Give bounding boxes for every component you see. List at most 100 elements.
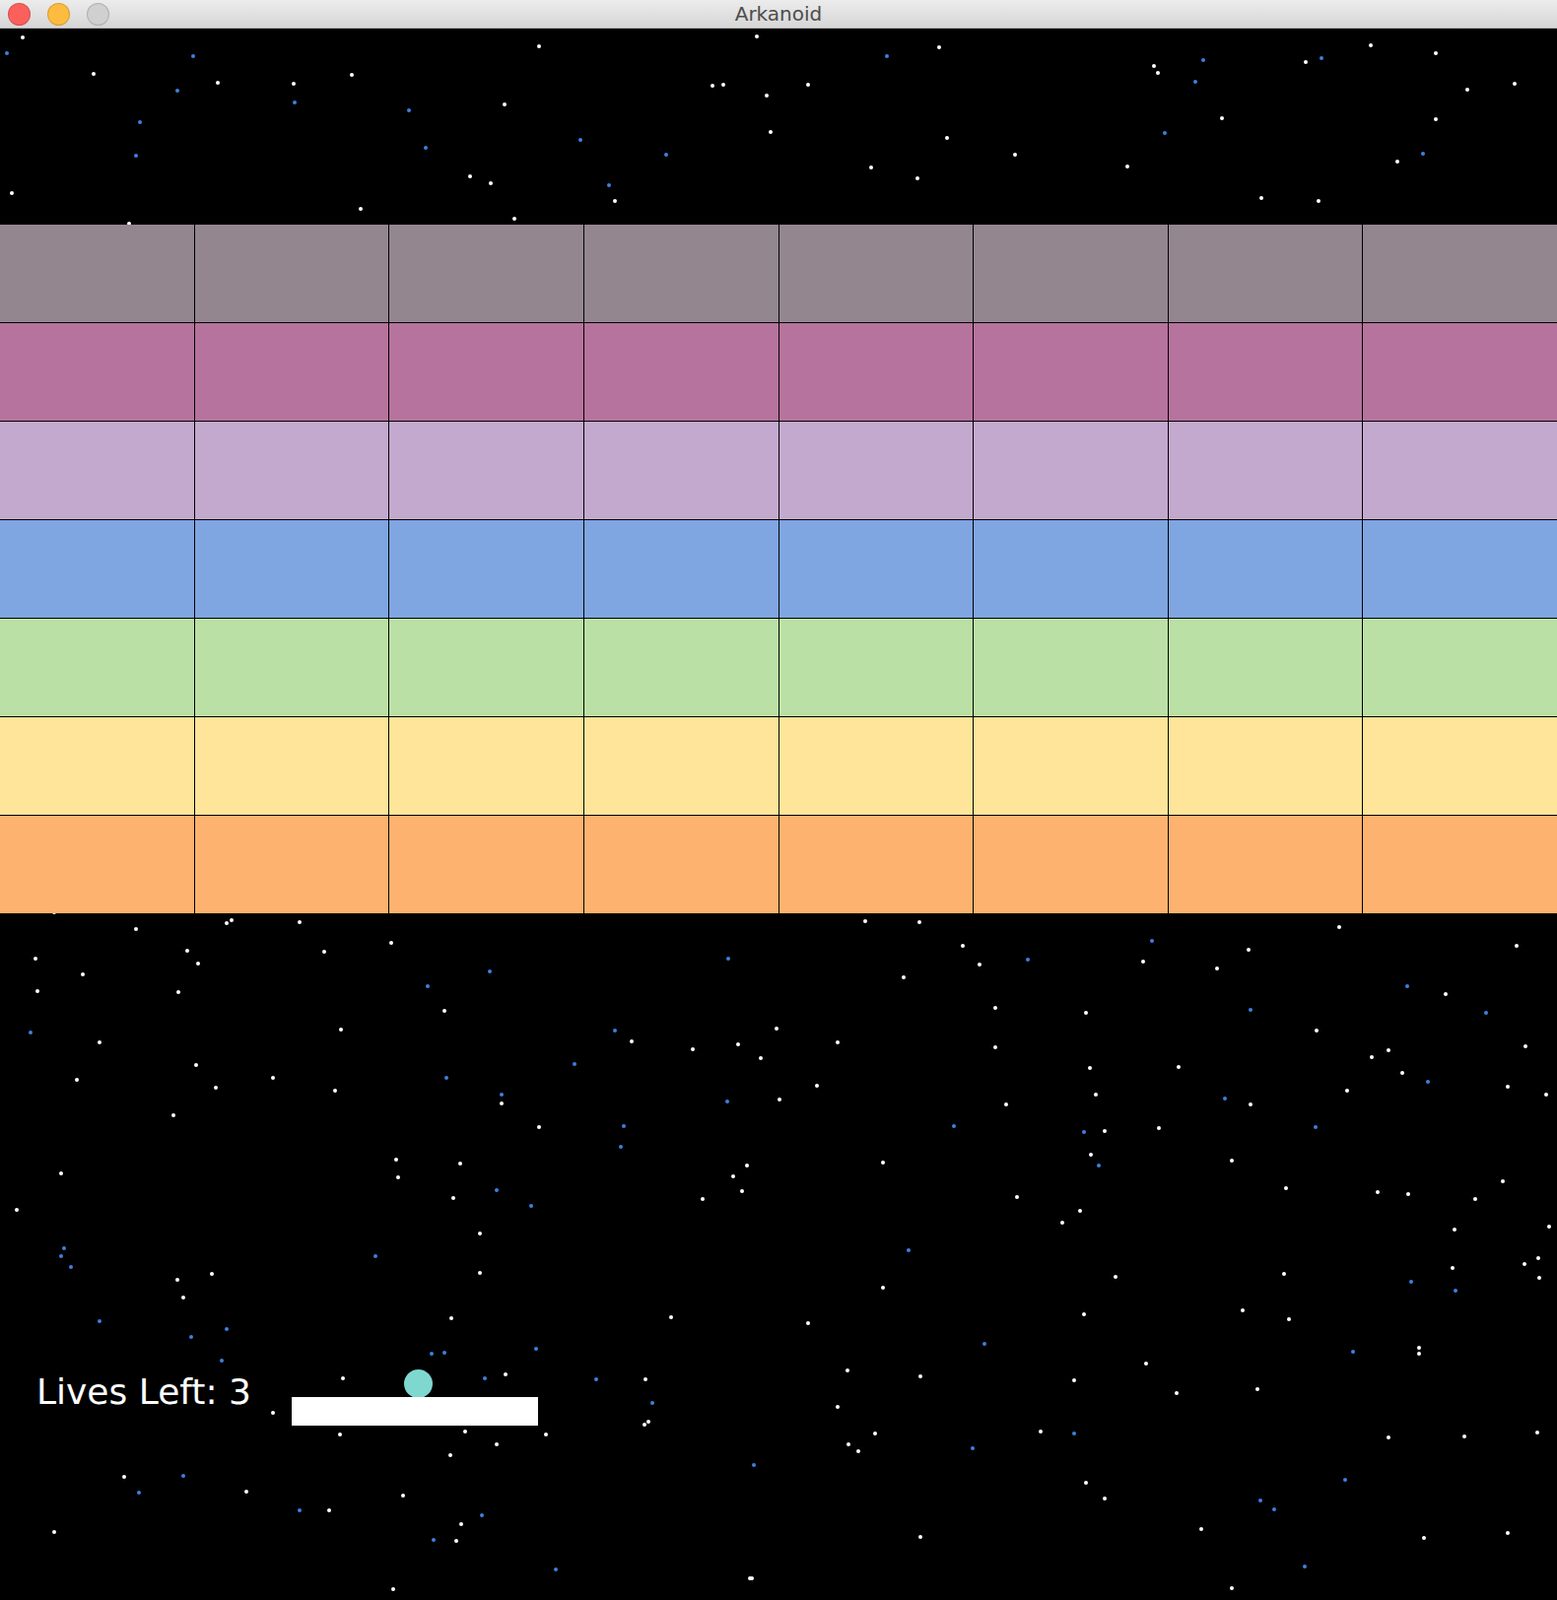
star xyxy=(1013,152,1017,157)
star xyxy=(1259,196,1264,201)
star xyxy=(835,1405,840,1410)
star xyxy=(1072,1431,1077,1436)
star xyxy=(774,1026,779,1031)
brick xyxy=(779,717,974,815)
star xyxy=(52,1530,57,1535)
star xyxy=(1313,1125,1318,1130)
brick xyxy=(584,224,779,323)
brick xyxy=(584,421,779,520)
star xyxy=(725,1099,730,1104)
star xyxy=(572,1062,577,1067)
star xyxy=(458,1161,463,1166)
brick xyxy=(584,323,779,421)
star xyxy=(612,1028,617,1033)
star xyxy=(1102,1496,1107,1501)
star xyxy=(937,45,942,50)
star xyxy=(389,941,394,946)
star xyxy=(482,1376,487,1381)
star xyxy=(137,120,142,125)
star xyxy=(1255,1387,1260,1392)
star xyxy=(1500,1179,1505,1184)
star xyxy=(448,1453,453,1458)
brick xyxy=(779,224,974,323)
star xyxy=(1386,1048,1391,1053)
game-canvas[interactable]: Lives Left: 3 xyxy=(0,28,1557,1600)
star xyxy=(1082,1130,1086,1135)
brick xyxy=(779,421,974,520)
star xyxy=(970,1446,975,1451)
brick xyxy=(195,520,390,618)
star xyxy=(869,165,874,170)
star xyxy=(1314,1028,1319,1033)
star xyxy=(68,1265,73,1270)
star xyxy=(534,1347,539,1352)
star xyxy=(1162,131,1167,136)
star xyxy=(710,83,715,88)
brick xyxy=(1168,618,1363,717)
star xyxy=(1078,1209,1083,1214)
star xyxy=(960,944,965,948)
star xyxy=(134,927,138,932)
star xyxy=(901,975,906,980)
star xyxy=(1038,1429,1043,1434)
brick xyxy=(0,421,195,520)
star xyxy=(322,949,327,954)
star xyxy=(444,1076,449,1081)
star xyxy=(618,1145,623,1150)
star xyxy=(993,1045,998,1050)
star xyxy=(463,1429,468,1434)
star xyxy=(1141,959,1146,964)
star xyxy=(454,1539,459,1544)
star xyxy=(1443,992,1448,997)
star xyxy=(479,1513,484,1518)
star xyxy=(1272,1507,1277,1512)
star xyxy=(74,1078,79,1083)
brick xyxy=(1362,618,1557,717)
star xyxy=(1523,1044,1528,1049)
star xyxy=(1102,1129,1107,1134)
star xyxy=(477,1271,482,1276)
star xyxy=(171,1113,176,1118)
star xyxy=(845,1368,850,1373)
star xyxy=(1375,1190,1380,1195)
star xyxy=(340,1376,345,1381)
star xyxy=(1286,1317,1291,1322)
star xyxy=(629,1039,634,1044)
brick xyxy=(195,323,390,421)
star xyxy=(494,1442,499,1447)
star xyxy=(1302,1564,1307,1569)
star xyxy=(1386,1435,1391,1440)
brick xyxy=(0,323,195,421)
star xyxy=(1015,1195,1019,1200)
star xyxy=(1400,1071,1405,1076)
minimize-button[interactable] xyxy=(47,2,70,26)
brick xyxy=(0,717,195,815)
star xyxy=(1125,164,1130,169)
star xyxy=(406,108,411,113)
star xyxy=(394,1157,399,1162)
star xyxy=(209,1272,214,1277)
close-button[interactable] xyxy=(7,2,31,26)
brick xyxy=(779,815,974,914)
star xyxy=(1215,966,1219,971)
brick xyxy=(779,618,974,717)
star xyxy=(951,1124,956,1129)
star xyxy=(873,1431,878,1436)
star xyxy=(134,153,138,158)
star xyxy=(1537,1276,1542,1281)
brick xyxy=(195,815,390,914)
star xyxy=(59,1171,64,1176)
star xyxy=(1465,87,1470,92)
paddle[interactable] xyxy=(291,1397,539,1426)
star xyxy=(494,1188,499,1193)
star xyxy=(1547,1224,1552,1229)
star xyxy=(1544,1092,1549,1097)
star xyxy=(1337,925,1342,930)
star xyxy=(1025,957,1030,962)
star xyxy=(4,51,9,56)
star xyxy=(502,102,507,107)
star xyxy=(612,199,617,204)
brick xyxy=(973,224,1168,323)
star xyxy=(1505,1084,1510,1089)
star xyxy=(1368,43,1373,48)
